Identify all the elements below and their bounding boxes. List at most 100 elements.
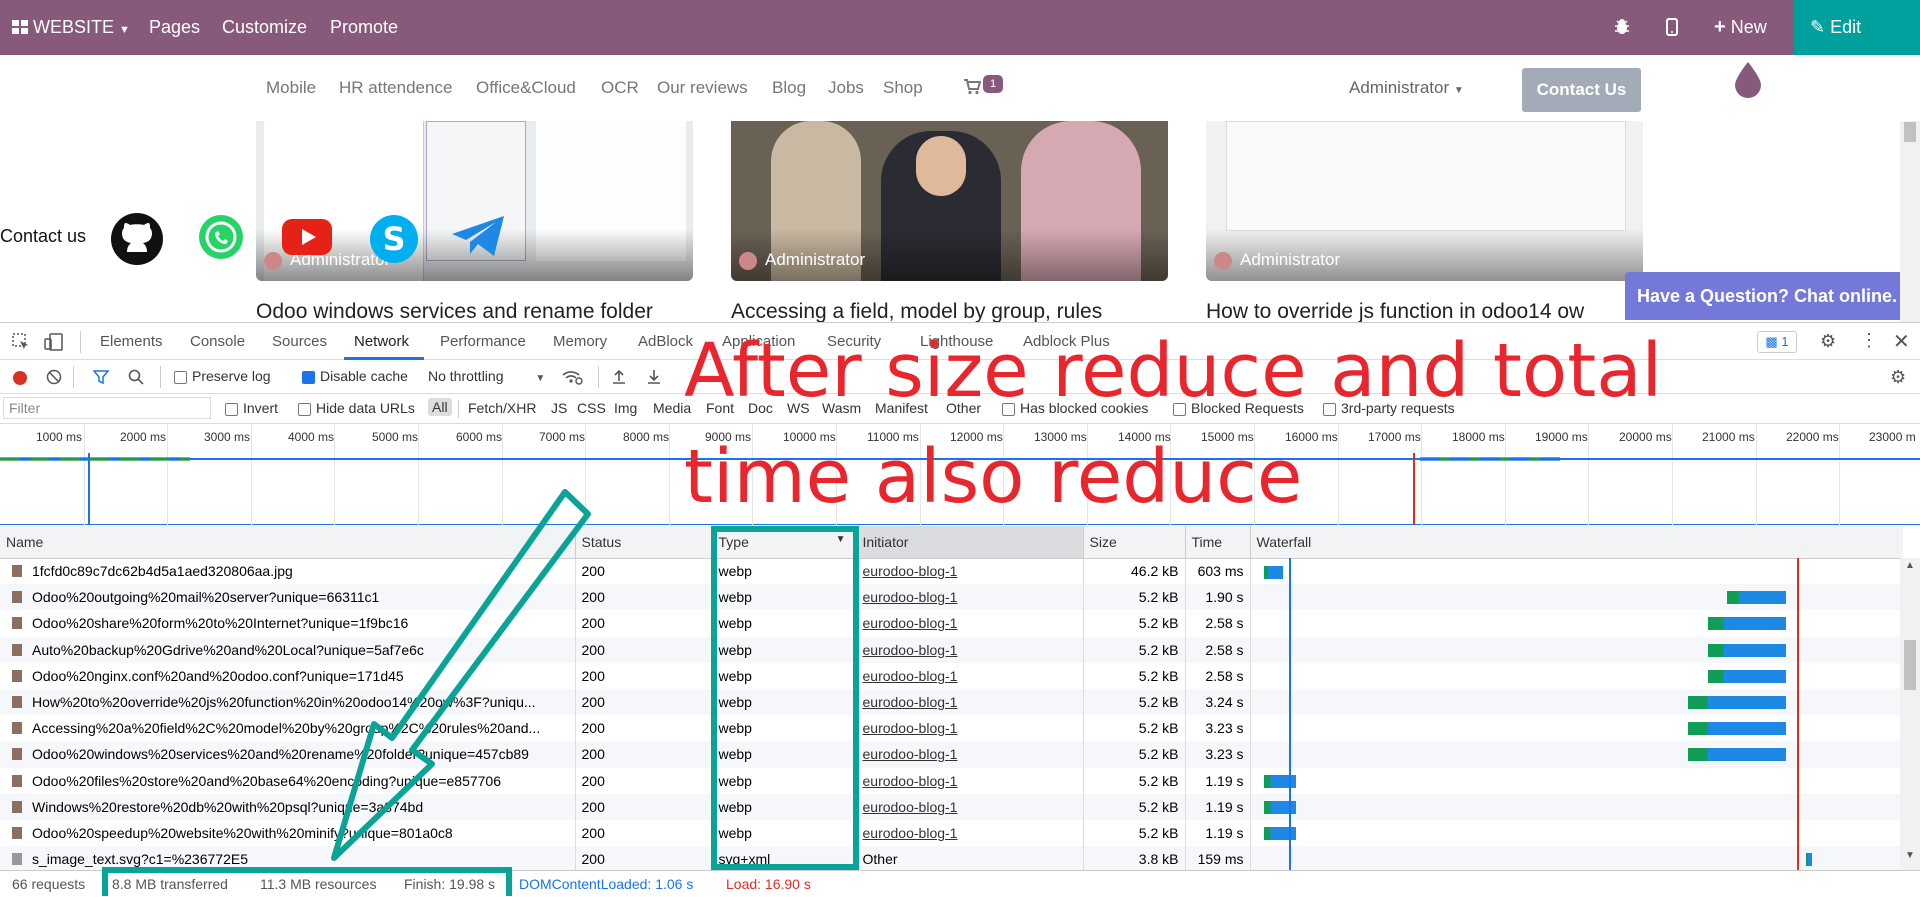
column-header-size[interactable]: Size xyxy=(1083,526,1186,559)
type-filter-js[interactable]: JS xyxy=(551,400,567,416)
scroll-down-icon[interactable]: ▼ xyxy=(1905,850,1915,861)
debug-bug-icon[interactable] xyxy=(1613,0,1631,55)
table-row[interactable]: 1fcfd0c89c7dc62b4d5a1aed320806aa.jpg 200 w… xyxy=(0,558,1903,585)
hide-data-urls-checkbox[interactable]: Hide data URLs xyxy=(298,400,415,416)
nav-link-ocr[interactable]: OCR xyxy=(601,78,639,98)
telegram-icon[interactable] xyxy=(450,214,506,263)
scroll-up-icon[interactable]: ▲ xyxy=(1905,560,1915,571)
more-options-icon[interactable]: ⋮ xyxy=(1860,330,1878,351)
initiator-link[interactable]: eurodoo-blog-1 xyxy=(863,720,958,736)
cart-icon[interactable] xyxy=(963,78,982,100)
invert-checkbox[interactable]: Invert xyxy=(225,400,278,416)
card-title[interactable]: How to override js function in odoo14 ow xyxy=(1206,300,1626,324)
table-row[interactable]: Odoo%20nginx.conf%20and%20odoo.conf?uniq… xyxy=(0,662,1903,689)
column-header-waterfall[interactable]: Waterfall xyxy=(1250,526,1903,559)
initiator-link[interactable]: eurodoo-blog-1 xyxy=(863,589,958,605)
youtube-icon[interactable] xyxy=(281,218,333,261)
nav-link-blog[interactable]: Blog xyxy=(772,78,806,98)
initiator-cell[interactable]: eurodoo-blog-1 xyxy=(856,662,1084,689)
table-row[interactable]: Windows%20restore%20db%20with%20psql?uni… xyxy=(0,793,1903,820)
clear-icon[interactable] xyxy=(46,369,62,388)
throttling-select[interactable]: No throttling ▼ xyxy=(428,368,545,384)
initiator-cell[interactable]: eurodoo-blog-1 xyxy=(856,793,1084,820)
filter-icon[interactable] xyxy=(92,369,110,388)
initiator-cell[interactable]: eurodoo-blog-1 xyxy=(856,584,1084,611)
contact-us-button[interactable]: Contact Us xyxy=(1522,68,1641,112)
nav-link-jobs[interactable]: Jobs xyxy=(828,78,864,98)
export-har-icon[interactable] xyxy=(646,368,662,387)
initiator-link[interactable]: eurodoo-blog-1 xyxy=(863,668,958,684)
type-filter-all[interactable]: All xyxy=(428,398,452,416)
new-button[interactable]: + New xyxy=(1714,0,1767,55)
initiator-link[interactable]: eurodoo-blog-1 xyxy=(863,694,958,710)
initiator-cell[interactable]: eurodoo-blog-1 xyxy=(856,688,1084,716)
tab-performance[interactable]: Performance xyxy=(440,333,526,350)
nav-link-hr-attendence[interactable]: HR attendence xyxy=(339,78,452,98)
user-menu[interactable]: Administrator ▼ xyxy=(1349,78,1464,98)
initiator-link[interactable]: eurodoo-blog-1 xyxy=(863,615,958,631)
mobile-preview-icon[interactable] xyxy=(1666,0,1678,55)
nav-link-office-cloud[interactable]: Office&Cloud xyxy=(476,78,576,98)
initiator-cell[interactable]: eurodoo-blog-1 xyxy=(856,715,1084,742)
inspect-element-icon[interactable] xyxy=(12,333,30,354)
table-row[interactable]: Accessing%20a%20field%2C%20model%20by%20… xyxy=(0,715,1903,742)
nav-link-mobile[interactable]: Mobile xyxy=(266,78,316,98)
tab-memory[interactable]: Memory xyxy=(553,333,607,350)
customize-menu[interactable]: Customize xyxy=(222,0,307,55)
chat-online-button[interactable]: Have a Question? Chat online. xyxy=(1625,272,1905,320)
network-conditions-icon[interactable] xyxy=(561,368,583,389)
tab-network[interactable]: Network xyxy=(354,333,409,350)
initiator-link[interactable]: eurodoo-blog-1 xyxy=(863,773,958,789)
whatsapp-icon[interactable] xyxy=(196,213,246,268)
filter-input[interactable]: Filter xyxy=(3,397,211,419)
column-header-initiator[interactable]: Initiator xyxy=(856,526,1084,559)
promote-menu[interactable]: Promote xyxy=(330,0,398,55)
initiator-cell[interactable]: eurodoo-blog-1 xyxy=(856,558,1084,585)
card-title[interactable]: Odoo windows services and rename folder xyxy=(256,300,653,324)
type-filter-fetch-xhr[interactable]: Fetch/XHR xyxy=(468,400,536,416)
initiator-cell[interactable]: Other xyxy=(856,846,1084,873)
table-scrollbar[interactable]: ▲ ▼ xyxy=(1900,558,1920,870)
tab-elements[interactable]: Elements xyxy=(100,333,163,350)
initiator-link[interactable]: eurodoo-blog-1 xyxy=(863,563,958,579)
table-row[interactable]: Auto%20backup%20Gdrive%20and%20Local?uni… xyxy=(0,636,1903,663)
pages-menu[interactable]: Pages xyxy=(149,0,200,55)
initiator-link[interactable]: eurodoo-blog-1 xyxy=(863,746,958,762)
website-menu[interactable]: WEBSITE ▼ xyxy=(12,0,130,55)
page-scrollbar[interactable] xyxy=(1900,121,1920,322)
import-har-icon[interactable] xyxy=(611,368,627,387)
close-icon[interactable]: ✕ xyxy=(1893,329,1910,354)
table-row[interactable]: Odoo%20files%20store%20and%20base64%20en… xyxy=(0,767,1903,794)
table-row[interactable]: Odoo%20windows%20services%20and%20rename… xyxy=(0,741,1903,768)
initiator-cell[interactable]: eurodoo-blog-1 xyxy=(856,767,1084,794)
nav-link-shop[interactable]: Shop xyxy=(883,78,923,98)
type-filter-img[interactable]: Img xyxy=(614,400,637,416)
settings-gear-icon[interactable]: ⚙ xyxy=(1820,331,1836,352)
tab-sources[interactable]: Sources xyxy=(272,333,327,350)
initiator-link[interactable]: eurodoo-blog-1 xyxy=(863,799,958,815)
github-icon[interactable] xyxy=(110,212,164,271)
table-row[interactable]: How%20to%20override%20js%20function%20in… xyxy=(0,688,1903,716)
network-settings-gear-icon[interactable]: ⚙ xyxy=(1890,367,1906,388)
disable-cache-checkbox[interactable]: Disable cache xyxy=(302,368,408,384)
nav-link-our-reviews[interactable]: Our reviews xyxy=(657,78,748,98)
initiator-cell[interactable]: eurodoo-blog-1 xyxy=(856,819,1084,847)
edit-button[interactable]: ✎ Edit xyxy=(1794,0,1920,55)
table-row[interactable]: Odoo%20share%20form%20to%20Internet?uniq… xyxy=(0,610,1903,637)
initiator-cell[interactable]: eurodoo-blog-1 xyxy=(856,636,1084,663)
tab-console[interactable]: Console xyxy=(190,333,245,350)
skype-icon[interactable]: S xyxy=(365,210,423,273)
table-row[interactable]: Odoo%20speedup%20website%20with%20minify… xyxy=(0,819,1903,847)
device-toolbar-icon[interactable] xyxy=(44,332,64,355)
initiator-cell[interactable]: eurodoo-blog-1 xyxy=(856,610,1084,637)
preserve-log-checkbox[interactable]: Preserve log xyxy=(174,368,271,384)
initiator-cell[interactable]: eurodoo-blog-1 xyxy=(856,741,1084,768)
card-title[interactable]: Accessing a field, model by group, rules xyxy=(731,300,1102,324)
record-icon[interactable] xyxy=(13,371,27,385)
type-filter-css[interactable]: CSS xyxy=(577,400,606,416)
initiator-link[interactable]: eurodoo-blog-1 xyxy=(863,825,958,841)
search-icon[interactable] xyxy=(128,369,144,388)
scroll-thumb[interactable] xyxy=(1904,640,1916,690)
initiator-link[interactable]: eurodoo-blog-1 xyxy=(863,642,958,658)
table-row[interactable]: Odoo%20outgoing%20mail%20server?unique=6… xyxy=(0,584,1903,611)
